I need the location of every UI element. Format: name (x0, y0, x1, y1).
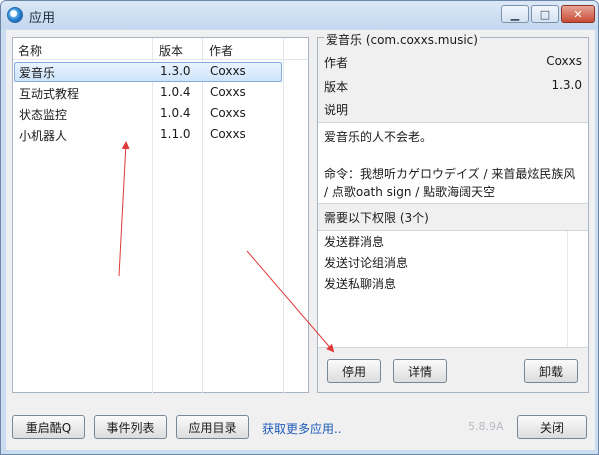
app-name: 爱音乐 (19, 66, 56, 80)
description-text: 爱音乐的人不会老。 (324, 130, 433, 144)
uninstall-button[interactable]: 卸载 (524, 359, 578, 383)
column-divider (283, 38, 284, 393)
minimize-button[interactable]: ▁ (501, 5, 529, 23)
restart-button[interactable]: 重启酷Q (12, 415, 85, 439)
app-row-selected[interactable]: 爱音乐 1.3.0 Coxxs (14, 62, 282, 82)
event-list-button[interactable]: 事件列表 (94, 415, 167, 439)
app-detail-panel: 爱音乐 (com.coxxs.music) 作者 Coxxs 版本 1.3.0 … (317, 31, 589, 393)
app-list[interactable]: 名称 版本 作者 爱音乐 1.3.0 Coxxs 互动式教程 1.0.4 Cox… (12, 37, 309, 393)
maximize-icon: □ (539, 7, 551, 21)
app-author: Coxxs (210, 127, 246, 141)
description-text: 命令：我想听カゲロウデイズ / 来首最炫民族风 (324, 167, 576, 181)
permission-item: 发送讨论组消息 (324, 256, 409, 270)
title-bar[interactable]: 应用 ▁ □ ✕ (1, 1, 598, 29)
window-content: 名称 版本 作者 爱音乐 1.3.0 Coxxs 互动式教程 1.0.4 Cox… (6, 30, 595, 450)
column-divider (567, 231, 568, 347)
app-version: 1.1.0 (160, 127, 191, 141)
version-label: 5.8.9A (468, 420, 504, 433)
app-author: Coxxs (210, 85, 246, 99)
version-value: 1.3.0 (551, 78, 582, 92)
description-text: / 点歌oath sign / 點歌海阔天空 (324, 185, 496, 199)
app-window: 应用 ▁ □ ✕ 名称 版本 作者 爱音乐 1.3.0 Coxxs 互动式教程 … (0, 0, 599, 455)
permissions-header: 需要以下权限 (3个) (324, 211, 429, 225)
disable-button[interactable]: 停用 (327, 359, 381, 383)
app-row[interactable]: 互动式教程 1.0.4 Coxxs (14, 83, 282, 103)
author-label: 作者 (324, 56, 349, 70)
app-row[interactable]: 状态监控 1.0.4 Coxxs (14, 104, 282, 124)
author-value: Coxxs (546, 54, 582, 68)
detail-title: 爱音乐 (com.coxxs.music) (324, 31, 480, 48)
app-row[interactable]: 小机器人 1.1.0 Coxxs (14, 125, 282, 145)
column-header-name[interactable]: 名称 (18, 42, 42, 59)
column-header-version[interactable]: 版本 (159, 42, 183, 59)
close-icon: ✕ (573, 7, 583, 21)
column-header-author[interactable]: 作者 (209, 42, 233, 59)
permission-item: 发送私聊消息 (324, 277, 397, 291)
version-label: 版本 (324, 80, 349, 94)
app-name: 互动式教程 (19, 87, 80, 101)
minimize-icon: ▁ (510, 7, 520, 21)
description-box: 爱音乐的人不会老。 命令：我想听カゲロウデイズ / 来首最炫民族风 / 点歌oa… (318, 122, 588, 204)
app-list-header: 名称 版本 作者 (13, 38, 308, 60)
app-name: 状态监控 (19, 108, 68, 122)
close-button[interactable]: 关闭 (517, 415, 587, 439)
app-version: 1.0.4 (160, 85, 191, 99)
permissions-list[interactable]: 发送群消息 发送讨论组消息 发送私聊消息 (318, 230, 588, 348)
app-icon (7, 7, 23, 23)
window-title: 应用 (29, 11, 56, 26)
app-directory-button[interactable]: 应用目录 (176, 415, 249, 439)
description-label: 说明 (324, 103, 349, 117)
app-version: 1.0.4 (160, 106, 191, 120)
get-more-apps-link[interactable]: 获取更多应用.. (262, 420, 342, 437)
permission-item: 发送群消息 (324, 235, 385, 249)
app-author: Coxxs (210, 64, 246, 78)
maximize-button[interactable]: □ (531, 5, 559, 23)
app-version: 1.3.0 (160, 64, 191, 78)
close-window-button[interactable]: ✕ (561, 5, 595, 23)
app-name: 小机器人 (19, 129, 68, 143)
details-button[interactable]: 详情 (393, 359, 447, 383)
app-author: Coxxs (210, 106, 246, 120)
